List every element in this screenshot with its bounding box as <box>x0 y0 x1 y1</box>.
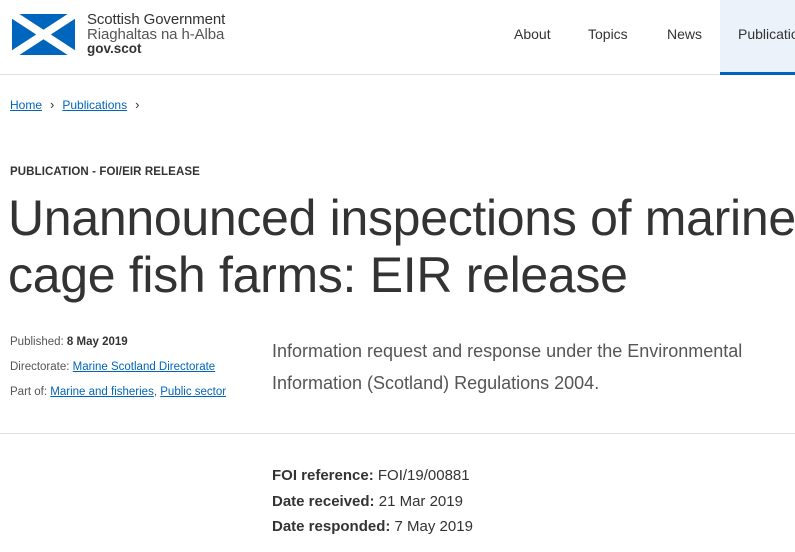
breadcrumb: Home › Publications › <box>10 97 147 112</box>
meta-directorate-label: Directorate: <box>10 361 70 373</box>
date-responded-value: 7 May 2019 <box>394 518 473 535</box>
breadcrumb-publications[interactable]: Publications <box>62 98 127 112</box>
partof-link-marine[interactable]: Marine and fisheries <box>50 386 154 398</box>
foi-reference: FOI reference: FOI/19/00881 <box>272 466 473 492</box>
date-received-label: Date received: <box>272 492 375 510</box>
meta-partof-label: Part of: <box>10 386 48 398</box>
nav-news[interactable]: News <box>667 26 702 42</box>
meta-published: Published: 8 May 2019 <box>10 335 226 360</box>
site-header: Scottish Government Riaghaltas na h-Alba… <box>0 0 795 75</box>
partof-separator: , <box>153 386 158 398</box>
publication-type-label: PUBLICATION - FOI/EIR RELEASE <box>10 166 200 178</box>
foi-reference-value: FOI/19/00881 <box>377 467 470 484</box>
date-responded-label: Date responded: <box>272 518 391 535</box>
nav-topics[interactable]: Topics <box>588 26 628 42</box>
section-divider <box>0 433 795 434</box>
meta-directorate: Directorate: Marine Scotland Directorate <box>10 360 226 385</box>
page-title: Unannounced inspections of marine cage f… <box>8 190 795 303</box>
foi-reference-label: FOI reference: <box>272 467 374 484</box>
directorate-link[interactable]: Marine Scotland Directorate <box>73 361 216 373</box>
chevron-right-icon: › <box>50 97 55 112</box>
publication-metadata: Published: 8 May 2019 Directorate: Marin… <box>10 335 226 410</box>
partof-link-public-sector[interactable]: Public sector <box>160 386 226 398</box>
publication-summary: Information request and response under t… <box>272 341 743 393</box>
nav-publications[interactable]: Publications <box>738 26 795 42</box>
date-responded: Date responded: 7 May 2019 <box>272 517 473 543</box>
nav-about[interactable]: About <box>514 26 551 42</box>
chevron-right-icon: › <box>135 97 140 112</box>
meta-published-label: Published: <box>10 336 64 348</box>
date-received: Date received: 21 Mar 2019 <box>272 492 473 518</box>
meta-part-of: Part of: Marine and fisheries, Public se… <box>10 385 226 410</box>
breadcrumb-home[interactable]: Home <box>10 98 42 112</box>
date-received-value: 21 Mar 2019 <box>378 492 463 510</box>
meta-published-value: 8 May 2019 <box>66 336 128 348</box>
foi-details: FOI reference: FOI/19/00881 Date receive… <box>272 466 473 543</box>
main-navigation: About Topics News Publications <box>0 0 795 75</box>
